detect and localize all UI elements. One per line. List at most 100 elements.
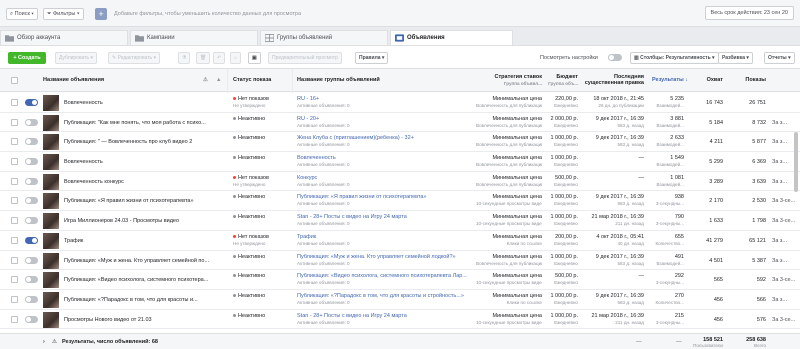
add-filter-button[interactable]: + [95, 8, 107, 20]
ad-status-toggle[interactable] [25, 138, 38, 146]
col-reach[interactable]: Охват [693, 77, 723, 83]
table-row[interactable]: Игра Миллионеров 24.03 - Просмотры видео… [0, 211, 800, 231]
ad-thumbnail[interactable] [43, 311, 59, 328]
comment-button[interactable]: ▣ [248, 52, 261, 64]
tab-account-overview[interactable]: Обзор аккаунта [0, 30, 128, 45]
tab-campaigns[interactable]: Кампании [130, 30, 258, 45]
table-row[interactable]: Вовлеченность Нет показов Не утверждено RU … [0, 93, 800, 113]
table-row[interactable]: Публикация: «?Парадокс в том, что для кр… [0, 289, 800, 310]
ad-status-toggle[interactable] [25, 315, 38, 323]
row-checkbox[interactable] [11, 295, 18, 303]
ad-name[interactable]: Вовлеченность [64, 100, 214, 106]
ad-status-toggle[interactable] [25, 177, 38, 185]
table-row[interactable]: Публикация: «Я правил жизни от психотера… [0, 191, 800, 212]
table-row[interactable]: Публикация: " — Вовлеченность про клуб в… [0, 132, 800, 153]
ad-thumbnail[interactable] [43, 291, 59, 308]
create-button[interactable]: + Создать [8, 52, 46, 64]
ad-set-link[interactable]: Публикация: «Видео психолога, системного… [297, 273, 467, 279]
ad-name[interactable]: Публикация: "Как мне понять, что моя раб… [64, 120, 214, 126]
undo-button[interactable]: ↶ [213, 52, 226, 64]
row-checkbox[interactable] [11, 118, 18, 126]
row-checkbox[interactable] [11, 276, 18, 284]
ad-status-toggle[interactable] [25, 99, 38, 106]
ad-thumbnail[interactable] [43, 232, 59, 249]
tab-ads[interactable]: Объявления [390, 30, 513, 46]
filters-dropdown[interactable]: ⏷ Фильтры ▾ [43, 8, 84, 20]
select-all-checkbox[interactable] [11, 77, 18, 84]
sort-icon[interactable]: ▲ [216, 77, 221, 83]
reports-dropdown[interactable]: Отчеты ▾ [764, 52, 795, 64]
ad-name[interactable]: Трафик [64, 238, 214, 244]
row-checkbox[interactable] [11, 99, 18, 106]
col-impressions[interactable]: Показы [730, 77, 766, 83]
ad-name[interactable]: Просмотры Нового видео от 21.03 [64, 317, 214, 323]
ad-name[interactable]: Публикация: " — Вовлеченность про клуб в… [64, 139, 214, 145]
ad-thumbnail[interactable] [43, 173, 59, 190]
ad-thumbnail[interactable] [43, 213, 59, 230]
ad-thumbnail[interactable] [43, 95, 59, 111]
ad-thumbnail[interactable] [43, 193, 59, 210]
table-row[interactable]: Публикация: "Как мне понять, что моя раб… [0, 112, 800, 133]
row-checkbox[interactable] [11, 158, 18, 166]
breakdown-dropdown[interactable]: Разбивка ▾ [718, 52, 753, 64]
ad-status-toggle[interactable] [25, 295, 38, 303]
table-row[interactable]: Просмотры Нового видео от 21.03 Неактивно… [0, 309, 800, 330]
row-checkbox[interactable] [11, 177, 18, 185]
ad-thumbnail[interactable] [43, 134, 59, 151]
ad-name[interactable]: Вовлеченность [64, 159, 214, 165]
ad-name[interactable]: Публикация: «Муж и жена. Кто управляет с… [64, 258, 214, 264]
ad-set-link[interactable]: RU - 16+ [297, 96, 319, 102]
col-last-edit[interactable]: Последняя существенная правка [582, 74, 644, 86]
row-checkbox[interactable] [11, 236, 18, 244]
ad-status-toggle[interactable] [25, 256, 38, 264]
tab-ad-sets[interactable]: Группы объявлений [260, 30, 388, 45]
col-ad-name[interactable]: Название объявления [43, 77, 104, 83]
ad-status-toggle[interactable] [25, 118, 38, 126]
col-budget[interactable]: Бюджет Группа объ... [546, 74, 578, 87]
search-dropdown[interactable]: ⌕ Поиск ▾ [6, 8, 38, 20]
ad-status-toggle[interactable] [25, 217, 38, 225]
ad-set-link[interactable]: Трафик [297, 234, 316, 240]
ad-set-link[interactable]: Stan - 28+ Посты с видео на Игру 24 март… [297, 214, 407, 220]
ad-set-link[interactable]: Жена Клуба с (приглашением)(ребенка) - 3… [297, 135, 414, 141]
ad-name[interactable]: Публикация: «Я правил жизни от психотера… [64, 198, 214, 204]
ad-set-link[interactable]: Вовлеченность [297, 155, 336, 161]
duplicate-button[interactable]: Дублировать ▾ [55, 52, 98, 64]
rules-dropdown[interactable]: Правила ▾ [355, 52, 389, 64]
ad-name[interactable]: Публикация: «?Парадокс в том, что для кр… [64, 297, 214, 303]
date-range-picker[interactable]: Весь срок действия: 23 сен 20 [704, 6, 794, 20]
ad-status-toggle[interactable] [25, 276, 38, 284]
ad-thumbnail[interactable] [43, 272, 59, 289]
table-row[interactable]: Вовлеченность конкурс Нет показов Не утвер… [0, 171, 800, 192]
columns-dropdown[interactable]: ▥ Столбцы: Результативность ▾ [630, 52, 719, 64]
row-checkbox[interactable] [11, 256, 18, 264]
ad-set-link[interactable]: Stan - 28+ Посты с видео на Игру 24 март… [297, 313, 407, 319]
row-checkbox[interactable] [11, 315, 18, 323]
ad-thumbnail[interactable] [43, 114, 59, 131]
edit-button[interactable]: ✎ Редактировать ▾ [108, 52, 161, 64]
ad-set-link[interactable]: Публикация: «Я правил жизни от психотера… [297, 194, 427, 200]
ad-status-toggle[interactable] [25, 158, 38, 166]
table-row[interactable]: Публикация: «Муж и жена. Кто управляет с… [0, 250, 800, 271]
ad-set-link[interactable]: Конкурс [297, 175, 317, 181]
col-delivery-status[interactable]: Статус показа [233, 77, 271, 83]
summary-expand-icon[interactable]: › [43, 339, 45, 345]
preview-button[interactable]: Предварительный просмотр [268, 52, 342, 64]
view-settings-toggle[interactable] [608, 54, 622, 61]
col-results[interactable]: Результаты ↓ [652, 77, 688, 83]
tag-button[interactable]: ⌂ [230, 52, 242, 64]
col-bid-strategy[interactable]: Стратегия ставок Группа объявл... [480, 74, 542, 87]
ad-thumbnail[interactable] [43, 154, 59, 171]
ad-status-toggle[interactable] [25, 197, 38, 205]
ad-set-link[interactable]: Публикация: «?Парадокс в том, что для кр… [297, 293, 464, 299]
ad-set-link[interactable]: RU - 20+ [297, 116, 319, 122]
row-checkbox[interactable] [11, 217, 18, 225]
delete-button[interactable]: 🗑 [196, 52, 211, 64]
vertical-scrollbar[interactable] [794, 132, 798, 192]
ad-status-toggle[interactable] [25, 236, 38, 244]
table-row[interactable]: Трафик Нет показов Не утверждено Трафик Акти… [0, 230, 800, 251]
ad-name[interactable]: Игра Миллионеров 24.03 - Просмотры видео [64, 218, 214, 224]
table-row[interactable]: Публикация: «Видео психолога, системного… [0, 270, 800, 290]
table-row[interactable]: Вовлеченность Неактивно Вовлеченность Актив… [0, 152, 800, 172]
row-checkbox[interactable] [11, 138, 18, 146]
